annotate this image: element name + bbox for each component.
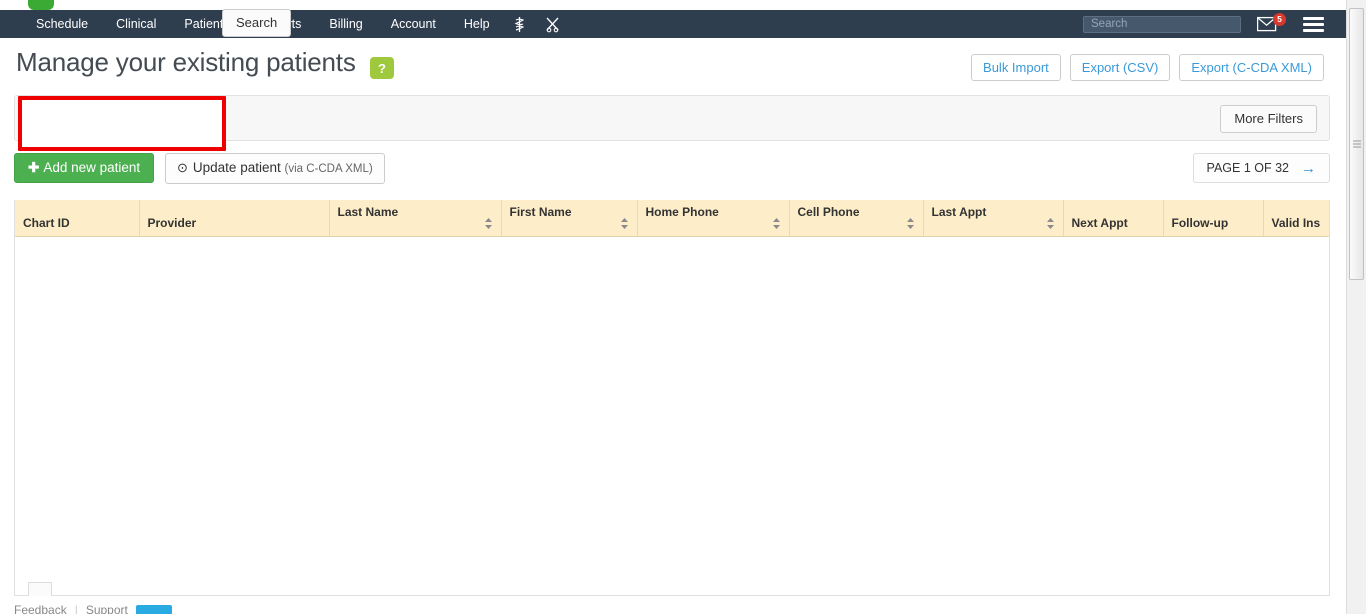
column-header-valid-ins[interactable]: Valid Ins [1263, 200, 1329, 237]
pagination-control[interactable]: PAGE 1 OF 32 → [1192, 153, 1330, 183]
update-patient-sublabel: (via C-CDA XML) [284, 163, 373, 175]
column-header-chart-id[interactable]: Chart ID [15, 200, 140, 237]
patients-table-container: Chart ID Provider Last Name First Name H… [14, 200, 1330, 596]
clock-icon: ⊙ [177, 160, 188, 175]
app-logo-icon[interactable] [28, 0, 54, 10]
column-header-cell-phone[interactable]: Cell Phone [789, 200, 924, 237]
arrow-right-icon[interactable]: → [1301, 161, 1316, 176]
export-csv-button[interactable]: Export (CSV) [1069, 54, 1171, 81]
bottom-panel-stub [28, 582, 52, 596]
pagination-label: PAGE 1 OF 32 [1206, 161, 1289, 175]
column-header-provider[interactable]: Provider [139, 200, 330, 237]
more-filters-button[interactable]: More Filters [1220, 105, 1317, 133]
global-search-input[interactable] [1083, 15, 1241, 33]
update-patient-button[interactable]: ⊙ Update patient (via C-CDA XML) [165, 153, 385, 184]
patients-table-body [15, 236, 1329, 595]
footer-chip [135, 604, 172, 614]
column-label-home-phone: Home Phone [645, 205, 719, 219]
nav-item-billing[interactable]: Billing [315, 10, 376, 38]
top-navigation-bar: Schedule Clinical Patients Reports Billi… [0, 10, 1346, 38]
nav-item-help[interactable]: Help [450, 10, 504, 38]
bulk-import-button[interactable]: Bulk Import [971, 54, 1061, 81]
add-new-patient-button[interactable]: ✚ Add new patient [14, 153, 155, 183]
sort-arrows-icon[interactable] [772, 217, 780, 229]
page-header: Manage your existing patients Bulk Impor… [0, 38, 1346, 94]
search-input-highlight-annotation [18, 96, 226, 151]
add-new-patient-label: Add new patient [43, 160, 141, 175]
messages-badge-count: 5 [1273, 13, 1286, 26]
page-title: Manage your existing patients [16, 47, 356, 77]
patient-action-row: ✚ Add new patient ⊙ Update patient (via C-… [14, 153, 1330, 185]
sort-arrows-icon[interactable] [620, 217, 628, 229]
hamburger-menu-icon[interactable] [1295, 16, 1332, 32]
nav-item-clinical[interactable]: Clinical [102, 10, 170, 38]
column-header-next-appt[interactable]: Next Appt [1063, 200, 1164, 237]
column-header-first-name[interactable]: First Name [501, 200, 638, 237]
header-action-buttons: Bulk Import Export (CSV) Export (C-CDA X… [971, 54, 1324, 81]
column-header-last-appt[interactable]: Last Appt [923, 200, 1064, 237]
column-label-first-name: First Name [509, 205, 572, 219]
help-badge-icon[interactable]: ? [370, 57, 394, 79]
sort-arrows-icon[interactable] [484, 217, 492, 229]
column-label-last-name: Last Name [337, 205, 399, 219]
column-label-cell-phone: Cell Phone [797, 205, 860, 219]
table-empty-cell [15, 236, 1329, 595]
footer-feedback-link[interactable]: Feedback [14, 603, 67, 614]
search-button[interactable]: Search [222, 9, 292, 37]
nav-item-schedule[interactable]: Schedule [22, 10, 102, 38]
logo-strip [0, 0, 1354, 10]
footer-support-link[interactable]: Support [86, 603, 128, 614]
table-empty-row [15, 236, 1329, 595]
plus-icon: ✚ [28, 160, 40, 175]
column-label-last-appt: Last Appt [931, 205, 987, 219]
patients-table: Chart ID Provider Last Name First Name H… [15, 200, 1329, 595]
update-patient-label: Update patient [192, 160, 281, 175]
caduceus-icon[interactable] [504, 10, 535, 38]
export-ccda-xml-button[interactable]: Export (C-CDA XML) [1179, 54, 1324, 81]
messages-button[interactable]: 5 [1251, 13, 1286, 32]
sort-arrows-icon[interactable] [906, 217, 914, 229]
footer-divider: | [74, 603, 78, 614]
patients-table-header: Chart ID Provider Last Name First Name H… [15, 200, 1329, 237]
column-header-last-name[interactable]: Last Name [329, 200, 502, 237]
sort-arrows-icon[interactable] [1046, 217, 1054, 229]
page-footer: Feedback | Support [14, 602, 414, 614]
scrollbar-thumb[interactable] [1349, 8, 1364, 280]
table-header-row: Chart ID Provider Last Name First Name H… [15, 200, 1329, 237]
nav-right-group: 5 [1083, 13, 1346, 33]
scrollbar-grip-icon [1352, 140, 1361, 148]
surgical-tools-icon[interactable] [535, 10, 570, 38]
column-header-home-phone[interactable]: Home Phone [637, 200, 790, 237]
page-scrollbar[interactable] [1346, 0, 1366, 614]
column-header-follow-up[interactable]: Follow-up [1163, 200, 1264, 237]
nav-item-account[interactable]: Account [377, 10, 450, 38]
